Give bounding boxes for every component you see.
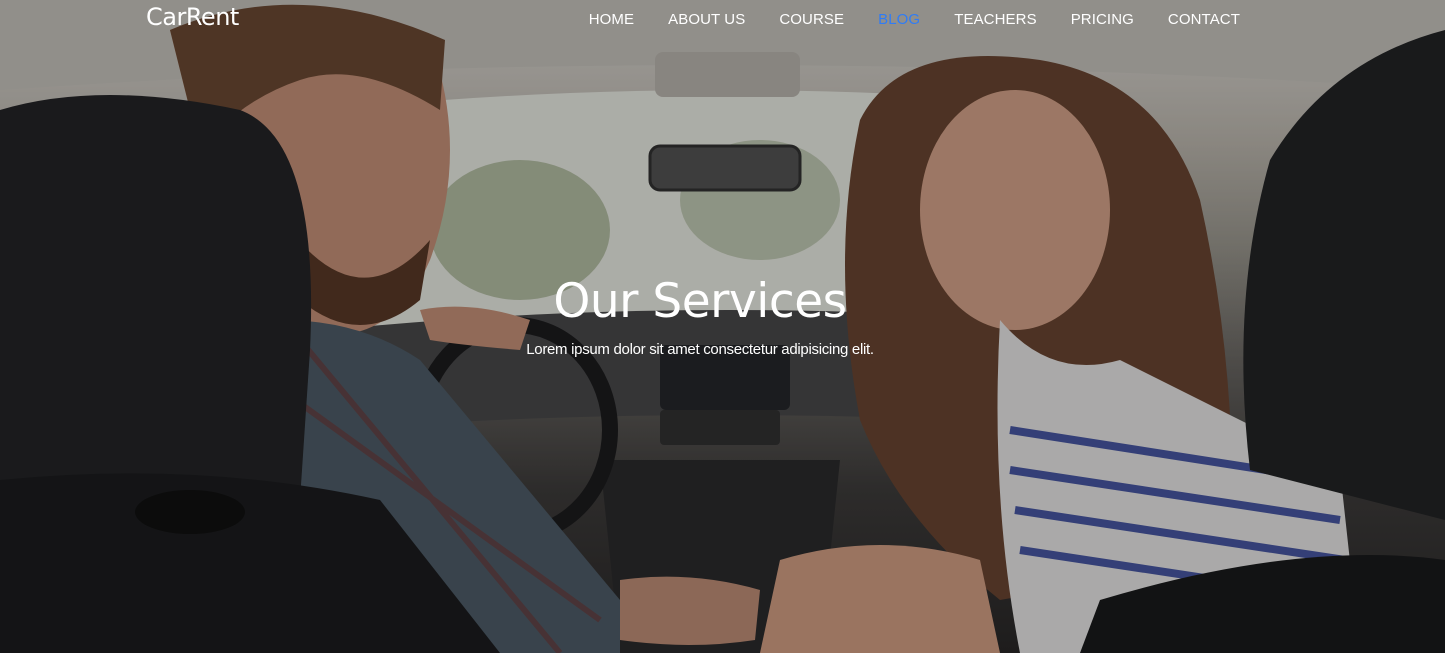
nav-link-about-us[interactable]: ABOUT US <box>668 11 745 28</box>
nav-menu: HOME ABOUT US COURSE BLOG TEACHERS PRICI… <box>555 9 1240 28</box>
top-navbar: CarRent HOME ABOUT US COURSE BLOG TEACHE… <box>0 0 1445 36</box>
nav-item-blog: BLOG <box>878 9 920 28</box>
hero-subtitle: Lorem ipsum dolor sit amet consectetur a… <box>526 341 874 358</box>
nav-link-blog[interactable]: BLOG <box>878 11 920 28</box>
nav-item-about-us: ABOUT US <box>668 9 745 28</box>
nav-item-home: HOME <box>589 9 634 28</box>
nav-item-course: COURSE <box>779 9 844 28</box>
nav-item-pricing: PRICING <box>1071 9 1134 28</box>
nav-link-course[interactable]: COURSE <box>779 11 844 28</box>
nav-link-contact[interactable]: CONTACT <box>1168 11 1240 28</box>
hero-section: CarRent HOME ABOUT US COURSE BLOG TEACHE… <box>0 0 1445 653</box>
brand-logo[interactable]: CarRent <box>146 3 239 31</box>
hero-title: Our Services <box>553 274 847 329</box>
nav-link-teachers[interactable]: TEACHERS <box>954 11 1036 28</box>
nav-link-pricing[interactable]: PRICING <box>1071 11 1134 28</box>
hero-content: Our Services Lorem ipsum dolor sit amet … <box>0 272 1400 358</box>
nav-link-home[interactable]: HOME <box>589 11 634 28</box>
nav-item-contact: CONTACT <box>1168 9 1240 28</box>
nav-item-teachers: TEACHERS <box>954 9 1036 28</box>
